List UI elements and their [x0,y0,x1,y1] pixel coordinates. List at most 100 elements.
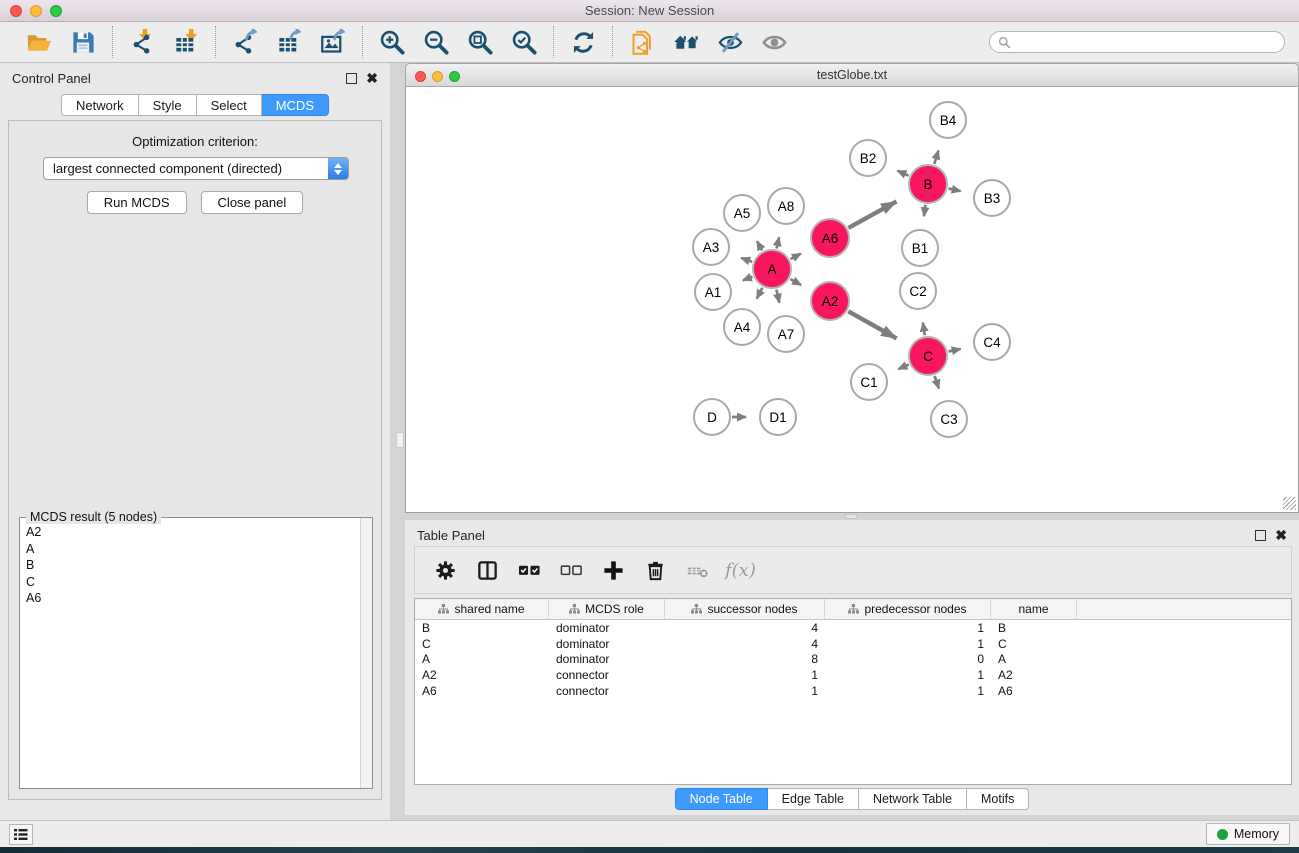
open-folder-button[interactable] [22,26,56,58]
net-minimize-button[interactable] [432,71,443,82]
result-item[interactable]: B [21,557,359,574]
tab-edge-table[interactable]: Edge Table [768,788,859,810]
memory-button[interactable]: Memory [1206,823,1290,845]
table-cell[interactable]: 0 [825,652,991,666]
tab-mcds[interactable]: MCDS [262,94,329,116]
graph-node-A7[interactable]: A7 [767,315,805,353]
gear-button[interactable] [427,552,463,588]
table-cell[interactable]: A2 [991,668,1077,682]
table-cell[interactable]: 1 [825,621,991,635]
net-maximize-button[interactable] [449,71,460,82]
run-mcds-button[interactable]: Run MCDS [87,191,187,214]
column-header-MCDS-role[interactable]: MCDS role [549,599,665,619]
table-cell[interactable]: A6 [415,684,549,698]
zoom-out-button[interactable] [419,26,453,58]
graph-node-A4[interactable]: A4 [723,308,761,346]
table-row[interactable]: A6connector11A6 [415,683,1291,699]
resize-grip[interactable] [1283,497,1296,510]
zoom-fit-button[interactable] [463,26,497,58]
criterion-select[interactable]: largest connected component (directed) [43,157,349,180]
table-row[interactable]: Bdominator41B [415,620,1291,636]
table-cell[interactable]: 8 [665,652,825,666]
search-box[interactable] [989,31,1285,53]
table-cell[interactable]: C [991,637,1077,651]
graph-node-C[interactable]: C [908,336,948,376]
table-cell[interactable]: connector [549,668,665,682]
table-row[interactable]: Cdominator41C [415,636,1291,652]
net-close-button[interactable] [415,71,426,82]
node-table[interactable]: shared nameMCDS rolesuccessor nodesprede… [414,598,1292,785]
deselect-all-button[interactable] [553,552,589,588]
graph-node-C4[interactable]: C4 [973,323,1011,361]
network-canvas[interactable]: B4B2BB3A5A8A6A3B1AA1C2A2A4A7C4CC1C3DD1 [405,87,1299,513]
result-item[interactable]: A2 [21,524,359,541]
tab-network-table[interactable]: Network Table [859,788,967,810]
table-row[interactable]: Adominator80A [415,652,1291,668]
home-button[interactable] [669,26,703,58]
graph-node-A6[interactable]: A6 [810,218,850,258]
graph-node-B[interactable]: B [908,164,948,204]
graph-node-B4[interactable]: B4 [929,101,967,139]
graph-node-B3[interactable]: B3 [973,179,1011,217]
graph-node-B1[interactable]: B1 [901,229,939,267]
graph-node-C2[interactable]: C2 [899,272,937,310]
hide-details-button[interactable] [713,26,747,58]
panel-splitter-handle[interactable] [396,432,404,448]
export-table-button[interactable] [272,26,306,58]
result-item[interactable]: A [21,541,359,558]
show-details-button[interactable] [757,26,791,58]
network-window-titlebar[interactable]: testGlobe.txt [405,63,1299,87]
window-splitter-handle[interactable] [845,514,857,519]
table-cell[interactable]: 4 [665,621,825,635]
table-cell[interactable]: 1 [825,684,991,698]
tab-style[interactable]: Style [139,94,197,116]
tab-select[interactable]: Select [197,94,262,116]
function-builder-icon[interactable]: f(x) [725,560,756,581]
table-cell[interactable]: 1 [665,668,825,682]
graph-node-A8[interactable]: A8 [767,187,805,225]
delete-column-button[interactable] [637,552,673,588]
zoom-in-button[interactable] [375,26,409,58]
graph-node-A1[interactable]: A1 [694,273,732,311]
import-table-button[interactable] [169,26,203,58]
network-file-button[interactable] [625,26,659,58]
maximize-window-button[interactable] [50,5,62,17]
minimize-window-button[interactable] [30,5,42,17]
float-table-panel-icon[interactable] [1255,530,1266,541]
graph-node-C1[interactable]: C1 [850,363,888,401]
tab-network[interactable]: Network [61,94,139,116]
close-window-button[interactable] [10,5,22,17]
column-header-shared-name[interactable]: shared name [415,599,549,619]
export-image-button[interactable] [316,26,350,58]
graph-node-A3[interactable]: A3 [692,228,730,266]
graph-node-A5[interactable]: A5 [723,194,761,232]
graph-node-B2[interactable]: B2 [849,139,887,177]
zoom-selected-button[interactable] [507,26,541,58]
table-cell[interactable]: dominator [549,652,665,666]
column-header-predecessor-nodes[interactable]: predecessor nodes [825,599,991,619]
table-cell[interactable]: 1 [825,668,991,682]
close-panel-button[interactable]: Close panel [201,191,304,214]
table-cell[interactable]: 1 [825,637,991,651]
graph-node-C3[interactable]: C3 [930,400,968,438]
float-panel-icon[interactable] [346,73,357,84]
import-network-button[interactable] [125,26,159,58]
column-header-name[interactable]: name [991,599,1077,619]
graph-node-D[interactable]: D [693,398,731,436]
tab-motifs[interactable]: Motifs [967,788,1029,810]
save-button[interactable] [66,26,100,58]
table-cell[interactable]: A6 [991,684,1077,698]
split-view-button[interactable] [469,552,505,588]
table-cell[interactable]: connector [549,684,665,698]
table-cell[interactable]: A [991,652,1077,666]
table-cell[interactable]: B [415,621,549,635]
result-item[interactable]: A6 [21,590,359,607]
graph-node-D1[interactable]: D1 [759,398,797,436]
table-cell[interactable]: A2 [415,668,549,682]
tab-node-table[interactable]: Node Table [675,788,768,810]
table-row[interactable]: A2connector11A2 [415,667,1291,683]
graph-node-A[interactable]: A [752,249,792,289]
refresh-button[interactable] [566,26,600,58]
result-item[interactable]: C [21,574,359,591]
table-cell[interactable]: 1 [665,684,825,698]
